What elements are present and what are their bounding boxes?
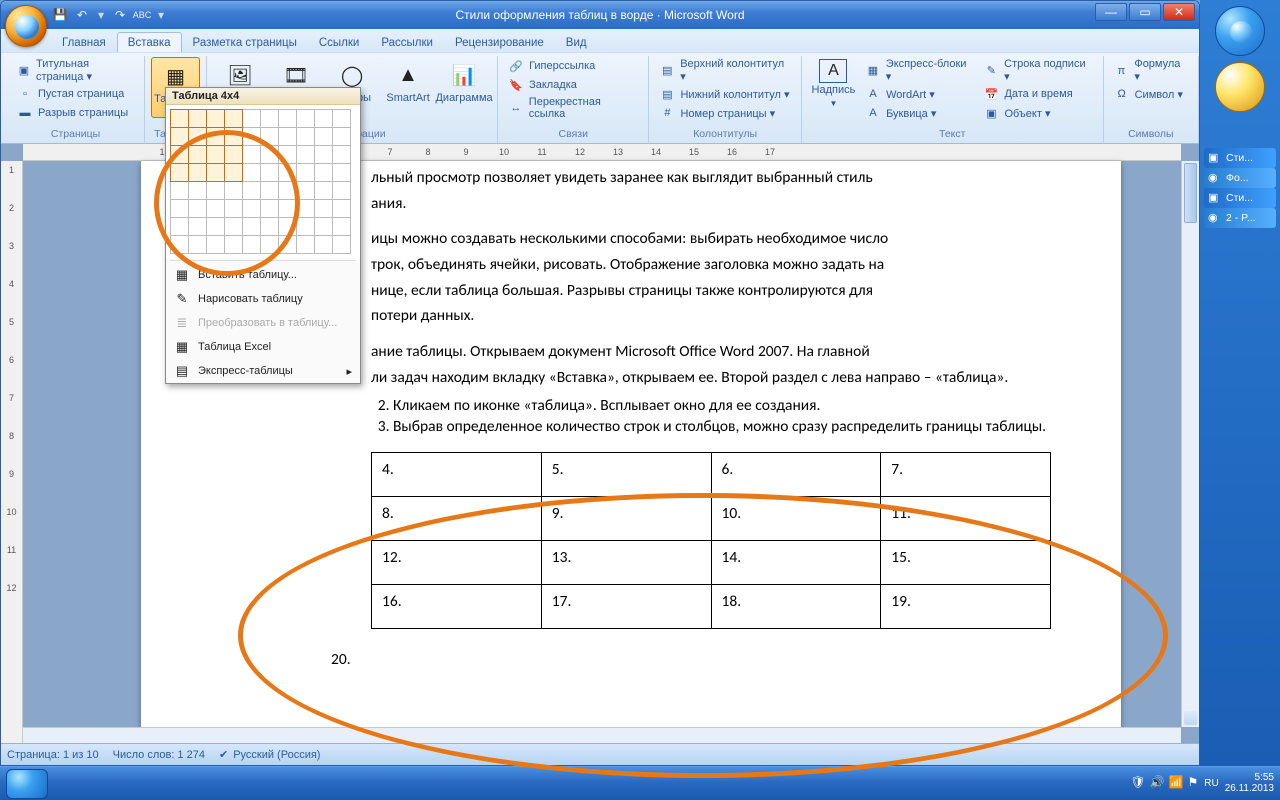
- table-size-grid[interactable]: [166, 105, 360, 258]
- tray-shield-icon[interactable]: 🛡: [1130, 776, 1145, 789]
- table-cell[interactable]: 18.: [711, 584, 881, 628]
- office-button[interactable]: [5, 5, 47, 47]
- table-cell[interactable]: 11.: [881, 496, 1051, 540]
- spellcheck-icon: ✔: [219, 748, 228, 761]
- tray-action-icon[interactable]: ⚑: [1187, 776, 1198, 789]
- start-button[interactable]: [6, 769, 48, 799]
- cmd-0[interactable]: ✎Строка подписи ▾: [979, 57, 1096, 84]
- vertical-ruler[interactable]: 123456789101112: [1, 161, 23, 743]
- cmd-1[interactable]: ▫Пустая страница: [13, 85, 138, 103]
- close-button[interactable]: ✕: [1163, 3, 1195, 21]
- quick-access-toolbar: 💾 ↶ ▾ ↷ ABC ▾: [51, 6, 167, 24]
- cmd-2[interactable]: ▬Разрыв страницы: [13, 104, 138, 122]
- table-cell[interactable]: 15.: [881, 540, 1051, 584]
- table-cell[interactable]: 6.: [711, 452, 881, 496]
- tab-рассылки[interactable]: Рассылки: [370, 32, 444, 52]
- word-count[interactable]: Число слов: 1 274: [113, 749, 205, 761]
- cmd-1[interactable]: ΩСимвол ▾: [1110, 85, 1192, 103]
- table-cell[interactable]: 17.: [541, 584, 711, 628]
- cmd-1[interactable]: 🔖Закладка: [504, 76, 642, 94]
- illus-Диаграмма[interactable]: 📊Диаграмма: [437, 57, 491, 105]
- scroll-thumb[interactable]: [1184, 163, 1197, 223]
- group-pages-label: Страницы: [13, 128, 138, 143]
- cmd-2[interactable]: ▣Объект ▾: [979, 104, 1096, 122]
- ribbon: ▣Титульная страница ▾▫Пустая страница▬Ра…: [1, 52, 1199, 144]
- redo-icon[interactable]: ↷: [111, 6, 129, 24]
- ribbon-tabs: ГлавнаяВставкаРазметка страницыСсылкиРас…: [1, 29, 1199, 52]
- table-cell[interactable]: 7.: [881, 452, 1051, 496]
- cmd-1[interactable]: AWordArt ▾: [861, 85, 977, 103]
- page-count[interactable]: Страница: 1 из 10: [7, 749, 99, 761]
- taskbar: 🛡 🔊 📶 ⚑ RU 5:55 26.11.2013: [0, 766, 1280, 800]
- tab-ссылки[interactable]: Ссылки: [308, 32, 371, 52]
- dock-tab[interactable]: ◉Фо...: [1204, 168, 1276, 188]
- dock-tab[interactable]: ▣Сти...: [1204, 188, 1276, 208]
- cmd-2[interactable]: ↔Перекрестная ссылка: [504, 95, 642, 121]
- tab-главная[interactable]: Главная: [51, 32, 117, 52]
- menu-Вставить таблицу...[interactable]: ▦Вставить таблицу...: [166, 263, 360, 287]
- menu-Экспресс-таблицы[interactable]: ▤Экспресс-таблицы▸: [166, 359, 360, 383]
- language-status[interactable]: ✔ Русский (Россия): [219, 748, 321, 761]
- system-tray: 🛡 🔊 📶 ⚑ RU 5:55 26.11.2013: [1130, 766, 1274, 800]
- document-table[interactable]: 4.5.6.7. 8.9.10.11. 12.13.14.15. 16.17.18.1…: [371, 452, 1051, 629]
- tray-volume-icon[interactable]: 🔊: [1150, 776, 1165, 789]
- table-cell[interactable]: 13.: [541, 540, 711, 584]
- undo-icon[interactable]: ↶: [73, 6, 91, 24]
- table-cell[interactable]: 14.: [711, 540, 881, 584]
- tray-lang[interactable]: RU: [1204, 778, 1218, 789]
- table-dropdown-header: Таблица 4x4: [166, 88, 360, 105]
- tab-разметка страницы[interactable]: Разметка страницы: [182, 32, 308, 52]
- tab-вид[interactable]: Вид: [555, 32, 598, 52]
- yandex-icon[interactable]: [1215, 62, 1265, 112]
- maximize-button[interactable]: ▭: [1129, 3, 1161, 21]
- spellcheck-icon[interactable]: ABC: [133, 6, 151, 24]
- horizontal-scrollbar[interactable]: [23, 727, 1181, 743]
- dock-tab[interactable]: ▣Сти...: [1204, 148, 1276, 168]
- table-cell[interactable]: 8.: [372, 496, 542, 540]
- cmd-0[interactable]: πФормула ▾: [1110, 57, 1192, 84]
- cmd-0[interactable]: ▣Титульная страница ▾: [13, 57, 138, 84]
- os-sidebar: ▣Сти...◉Фо...▣Сти...◉2 - P...: [1200, 0, 1280, 766]
- table-cell[interactable]: 5.: [541, 452, 711, 496]
- table-cell[interactable]: 4.: [372, 452, 542, 496]
- tab-рецензирование[interactable]: Рецензирование: [444, 32, 555, 52]
- minimize-button[interactable]: —: [1095, 3, 1127, 21]
- textbox-icon: A: [819, 59, 847, 83]
- textbox-button[interactable]: A Надпись ▼: [808, 57, 859, 108]
- cmd-0[interactable]: ▤Верхний колонтитул ▾: [655, 57, 794, 84]
- clock[interactable]: 5:55 26.11.2013: [1225, 772, 1274, 794]
- table-cell[interactable]: 12.: [372, 540, 542, 584]
- vertical-scrollbar[interactable]: [1181, 161, 1199, 727]
- table-dropdown: Таблица 4x4 ▦Вставить таблицу...✎Нарисов…: [165, 87, 361, 384]
- illus-SmartArt[interactable]: ▲SmartArt: [381, 57, 435, 105]
- dock-tab[interactable]: ◉2 - P...: [1204, 208, 1276, 228]
- cmd-1[interactable]: 📅Дата и время: [979, 85, 1096, 103]
- menu-Преобразовать в таблицу...: ≣Преобразовать в таблицу...: [166, 311, 360, 335]
- statusbar: Страница: 1 из 10 Число слов: 1 274 ✔ Ру…: [1, 743, 1199, 765]
- window-title: Стили оформления таблиц в ворде · Micros…: [1, 8, 1199, 22]
- table-cell[interactable]: 10.: [711, 496, 881, 540]
- scroll-down-button[interactable]: [1184, 711, 1197, 725]
- menu-Таблица Excel[interactable]: ▦Таблица Excel: [166, 335, 360, 359]
- table-cell[interactable]: 19.: [881, 584, 1051, 628]
- start-orb-icon[interactable]: [1215, 6, 1265, 56]
- tray-network-icon[interactable]: 📶: [1169, 776, 1184, 789]
- cmd-2[interactable]: #Номер страницы ▾: [655, 104, 794, 122]
- cmd-2[interactable]: AБуквица ▾: [861, 104, 977, 122]
- titlebar: 💾 ↶ ▾ ↷ ABC ▾ Стили оформления таблиц в …: [1, 1, 1199, 29]
- cmd-0[interactable]: ▦Экспресс-блоки ▾: [861, 57, 977, 84]
- tab-вставка[interactable]: Вставка: [117, 32, 182, 52]
- menu-Нарисовать таблицу[interactable]: ✎Нарисовать таблицу: [166, 287, 360, 311]
- save-icon[interactable]: 💾: [51, 6, 69, 24]
- cmd-0[interactable]: 🔗Гиперссылка: [504, 57, 642, 75]
- cmd-1[interactable]: ▤Нижний колонтитул ▾: [655, 85, 794, 103]
- table-cell[interactable]: 16.: [372, 584, 542, 628]
- table-cell[interactable]: 9.: [541, 496, 711, 540]
